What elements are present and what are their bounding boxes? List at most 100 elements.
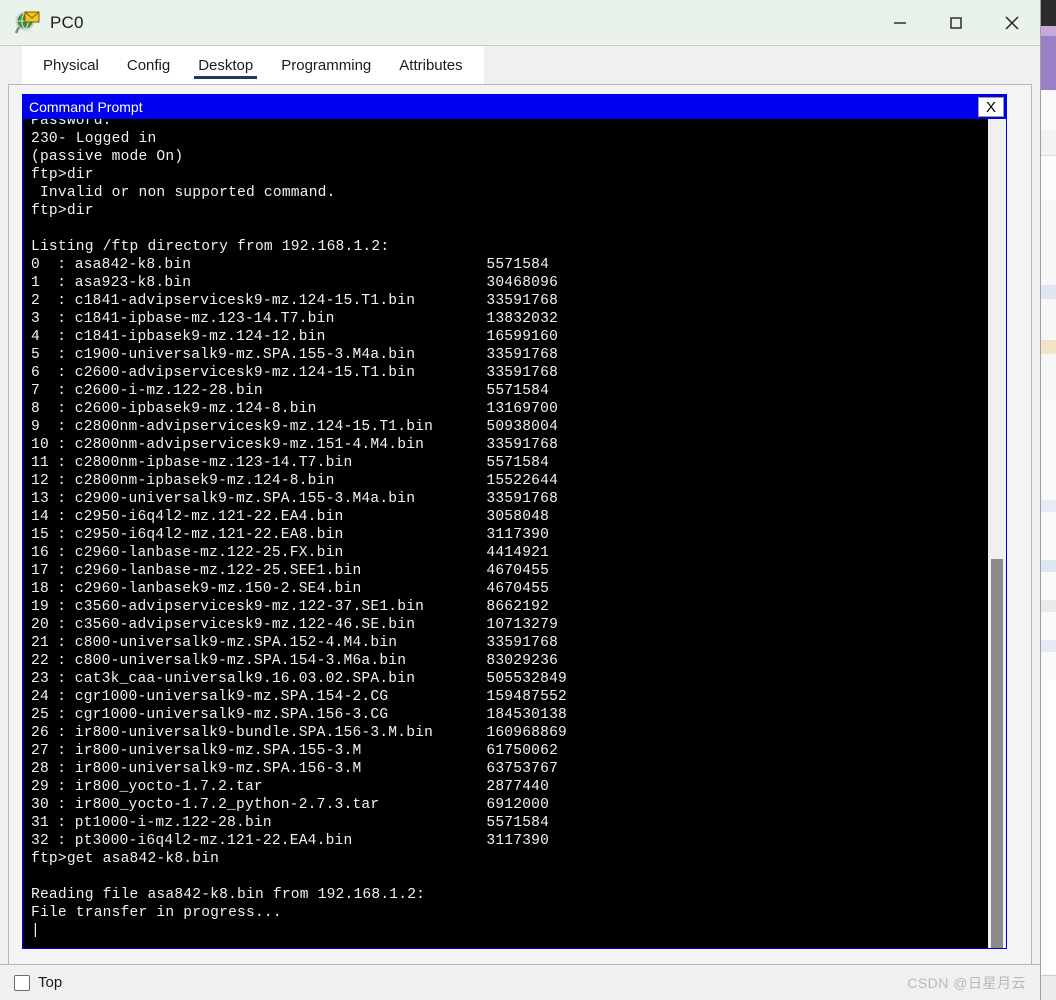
terminal-file-row: 20: c3560-advipservicesk9-mz.122-46.SE.b… [31,616,987,634]
tab-config[interactable]: Config [113,47,184,83]
file-separator: : [57,671,76,687]
file-index: 20 [31,617,49,633]
file-size: 3117390 [486,833,550,849]
maximize-icon[interactable] [928,0,984,46]
file-separator: : [57,617,76,633]
file-name: c2960-lanbasek9-mz.150-2.SE4.bin [74,581,362,597]
terminal-file-row: 21: c800-universalk9-mz.SPA.152-4.M4.bin… [31,634,987,652]
file-name: cat3k_caa-universalk9.16.03.02.SPA.bin [74,671,416,687]
file-index: 30 [31,797,49,813]
terminal-file-row: 3: c1841-ipbase-mz.123-14.T7.bin 13832032 [31,310,987,328]
file-size: 33591768 [486,635,559,651]
file-index: 23 [31,671,49,687]
file-index: 1 [31,275,40,291]
terminal-header-line: ftp>dir [31,203,94,219]
file-index: 12 [31,473,49,489]
file-separator: : [57,311,76,327]
file-size: 505532849 [486,671,567,687]
terminal-header-line: 230- Logged in [31,131,157,147]
file-name: c2800nm-advipservicesk9-mz.151-4.M4.bin [74,437,425,453]
file-separator: : [57,545,76,561]
terminal-scrollbar-thumb[interactable] [991,559,1003,948]
background-window-sliver[interactable] [1040,0,1056,1000]
terminal-output[interactable]: Password: 230- Logged in (passive mode On)… [23,119,987,948]
file-index: 11 [31,455,49,471]
file-index: 29 [31,779,49,795]
file-separator: : [57,365,76,381]
file-size: 13832032 [486,311,559,327]
tab-attributes[interactable]: Attributes [385,47,476,83]
file-index: 2 [31,293,40,309]
file-name: c2600-ipbasek9-mz.124-8.bin [74,401,317,417]
tab-desktop-label: Desktop [198,56,254,74]
file-name: cgr1000-universalk9-mz.SPA.154-2.CG [74,689,389,705]
file-name: asa923-k8.bin [74,275,192,291]
file-index: 19 [31,599,49,615]
file-index: 21 [31,635,49,651]
file-name: c1841-ipbasek9-mz.124-12.bin [74,329,326,345]
close-icon[interactable] [984,0,1040,46]
file-name: c1841-advipservicesk9-mz.124-15.T1.bin [74,293,416,309]
file-size: 160968869 [486,725,567,741]
file-name: pt1000-i-mz.122-28.bin [74,815,272,831]
file-separator: : [57,437,76,453]
file-index: 3 [31,311,40,327]
terminal-file-row: 9: c2800nm-advipservicesk9-mz.124-15.T1.… [31,418,987,436]
terminal-header-line: (passive mode On) [31,149,184,165]
file-name: c2600-advipservicesk9-mz.124-15.T1.bin [74,365,416,381]
terminal-footer-line: ftp>get asa842-k8.bin [31,851,220,867]
file-index: 16 [31,545,49,561]
file-name: c2800nm-ipbasek9-mz.124-8.bin [74,473,335,489]
terminal-file-row: 14: c2950-i6q4l2-mz.121-22.EA4.bin 305804… [31,508,987,526]
tab-config-label: Config [126,56,171,74]
command-prompt-close-button[interactable]: X [978,97,1004,117]
file-size: 30468096 [486,275,559,291]
file-index: 14 [31,509,49,525]
file-index: 5 [31,347,40,363]
top-checkbox-label: Top [38,974,63,991]
file-index: 7 [31,383,40,399]
window-controls [872,0,1040,46]
file-separator: : [57,599,76,615]
file-separator: : [57,293,76,309]
file-size: 33591768 [486,365,559,381]
window-title-bar: PC0 [0,0,1040,46]
minimize-icon[interactable] [872,0,928,46]
terminal-file-row: 19: c3560-advipservicesk9-mz.122-37.SE1.… [31,598,987,616]
terminal-file-row: 16: c2960-lanbase-mz.122-25.FX.bin 441492… [31,544,987,562]
file-separator: : [57,563,76,579]
file-size: 33591768 [486,491,559,507]
terminal-header-line: Invalid or non supported command. [31,185,336,201]
terminal-file-row: 7: c2600-i-mz.122-28.bin 5571584 [31,382,987,400]
file-index: 4 [31,329,40,345]
tab-programming[interactable]: Programming [267,47,385,83]
terminal-scrollbar[interactable] [987,119,1006,948]
file-separator: : [57,707,76,723]
tab-physical[interactable]: Physical [29,47,113,83]
terminal-file-row: 0: asa842-k8.bin 5571584 [31,256,987,274]
file-size: 10713279 [486,617,559,633]
file-name: c2960-lanbase-mz.122-25.SEE1.bin [74,563,362,579]
terminal-file-row: 17: c2960-lanbase-mz.122-25.SEE1.bin 4670… [31,562,987,580]
tab-programming-label: Programming [281,56,372,74]
terminal-file-row: 6: c2600-advipservicesk9-mz.124-15.T1.bi… [31,364,987,382]
file-name: pt3000-i6q4l2-mz.121-22.EA4.bin [74,833,353,849]
top-checkbox[interactable] [14,974,30,991]
file-size: 5571584 [486,383,550,399]
file-name: c800-universalk9-mz.SPA.152-4.M4.bin [74,635,398,651]
tab-physical-label: Physical [43,56,99,74]
file-name: asa842-k8.bin [74,257,192,273]
file-size: 4670455 [486,581,550,597]
file-separator: : [57,275,76,291]
tab-strip: Physical Config Desktop Programming Attr… [22,46,484,84]
terminal-file-row: 28: ir800-universalk9-mz.SPA.156-3.M 6375… [31,760,987,778]
tab-desktop[interactable]: Desktop [184,47,267,83]
file-name: c2960-lanbase-mz.122-25.FX.bin [74,545,344,561]
file-index: 13 [31,491,49,507]
terminal-file-row: 25: cgr1000-universalk9-mz.SPA.156-3.CG 1… [31,706,987,724]
terminal-file-row: 5: c1900-universalk9-mz.SPA.155-3.M4a.bi… [31,346,987,364]
file-index: 25 [31,707,49,723]
file-separator: : [57,581,76,597]
terminal-header-line [31,220,987,238]
file-separator: : [57,419,76,435]
